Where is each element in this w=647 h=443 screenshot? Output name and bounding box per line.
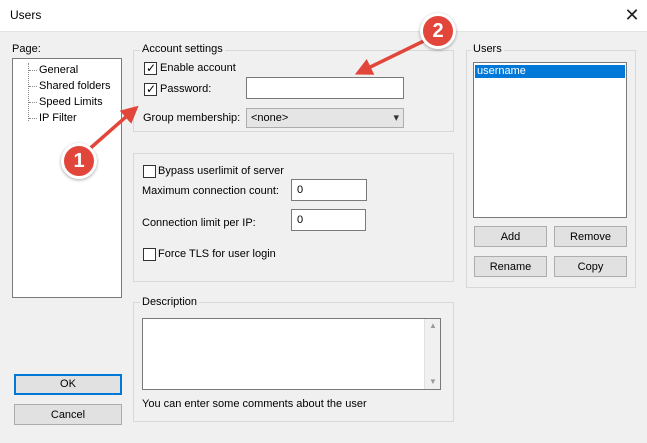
arrow-2 bbox=[354, 35, 433, 75]
annotation-badge-1: 1 bbox=[61, 143, 97, 179]
arrow-1 bbox=[84, 105, 139, 154]
annotation-badge-2: 2 bbox=[420, 13, 456, 49]
annotation-arrows bbox=[84, 35, 433, 154]
